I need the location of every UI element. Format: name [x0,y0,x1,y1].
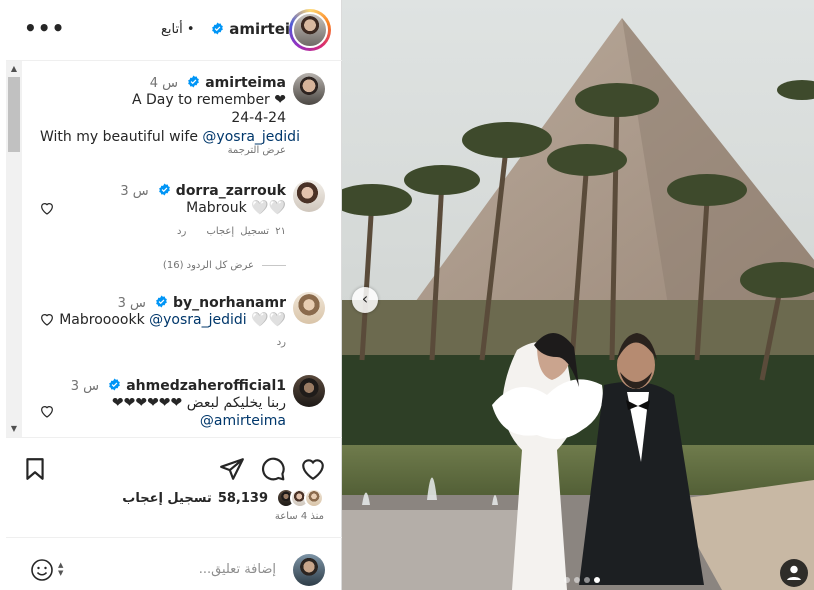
replies-divider [262,265,286,266]
comment-block: 3 س ahmedzaherofficial1 ربنا يخليكم لبعض… [71,375,286,430]
scrollbar[interactable]: ▲ ▼ [6,61,22,437]
carousel-dot [564,577,570,583]
post-time-ago[interactable]: منذ 4 ساعة [275,511,324,522]
verified-icon [156,295,167,308]
carousel-dot [574,577,580,583]
current-user-avatar [293,554,325,586]
comment-meta: ٢١ تسجيل إعجاب رد [177,226,286,237]
liker-avatar [304,488,324,508]
header-avatar [292,12,328,48]
like-comment-heart-icon[interactable] [39,200,55,216]
stepper-arrows-icon[interactable]: ▲ ▼ [58,561,63,577]
comment-time[interactable]: 3 س [120,184,148,199]
share-icon[interactable] [219,456,245,482]
comment-time[interactable]: 3 س [71,379,99,394]
reply-button[interactable]: رد [177,226,186,237]
scroll-down-arrow-icon[interactable]: ▼ [9,424,19,434]
add-comment-bar: ▲ ▼ [6,537,342,590]
comments-section: ▲ ▼ 4 س amirteima A Day to remember ❤ 24… [6,61,342,437]
view-replies-link[interactable]: عرض كل الردود (16) [163,260,254,271]
comment-text-prefix: Mabrooookk [59,312,150,328]
comment-username[interactable]: ahmedzaherofficial1 [126,378,286,394]
caption-avatar[interactable] [293,73,325,105]
following-label[interactable]: • أتابع [161,22,195,37]
likes-summary[interactable]: 58,139 تسجيل إعجاب [116,488,324,508]
caption-mention-link[interactable]: @yosra_jedidi [202,129,300,145]
post-actions: 58,139 تسجيل إعجاب منذ 4 ساعة [6,437,342,537]
post-header: ••• • أتابع amirteima [6,0,342,61]
verified-icon [188,75,200,88]
comment-icon[interactable] [260,456,286,482]
likes-count: 58,139 [217,490,268,506]
reply-button[interactable]: رد [277,337,286,348]
tagged-users-button[interactable] [780,559,808,587]
comment-time[interactable]: 3 س [118,296,146,311]
emoji-icon[interactable] [30,558,54,582]
comment-block: 3 س dorra_zarrouk Mabrouk 🤍🤍 [120,180,286,217]
verified-icon [212,22,223,35]
caption-line-1: A Day to remember ❤ [131,92,286,108]
likes-label: تسجيل إعجاب [122,490,212,506]
view-replies[interactable]: عرض كل الردود (16) [163,260,286,271]
caption-line-2: 24-4-24 [231,110,286,126]
more-options-button[interactable]: ••• [24,18,65,38]
comment-text: ربنا يخليكم لبعض ❤❤❤❤❤❤ [111,395,286,411]
like-heart-icon[interactable] [300,456,326,482]
comment-mention-link[interactable]: @amirteima [71,412,286,430]
wedding-photo-image [342,0,814,590]
comment-text: Mabrooookk @yosra_jedidi 🤍🤍 [59,311,286,329]
comment-block: 3 س by_norhanamr Mabrooookk @yosra_jedid… [59,292,286,329]
comment-avatar[interactable] [293,180,325,212]
see-translation-link[interactable]: عرض الترجمة [228,145,286,156]
carousel-dot [584,577,590,583]
comment-username[interactable]: by_norhanamr [173,295,286,311]
post-side-panel: ••• • أتابع amirteima ▲ ▼ 4 س amirteima … [6,0,342,590]
comment-avatar[interactable] [293,292,325,324]
caption-username[interactable]: amirteima [205,75,286,91]
like-comment-heart-icon[interactable] [39,311,55,327]
user-tag-icon [787,565,801,580]
comment-text: Mabrouk 🤍🤍 [186,200,286,216]
carousel-dot-active [594,577,600,583]
verified-icon [158,183,170,196]
like-comment-heart-icon[interactable] [39,403,55,419]
post-photo: ‹ [342,0,814,590]
carousel-indicator [564,577,600,583]
caption-time[interactable]: 4 س [150,76,178,91]
previous-image-button[interactable]: ‹ [352,287,378,313]
scroll-up-arrow-icon[interactable]: ▲ [9,64,19,74]
save-bookmark-icon[interactable] [22,456,48,482]
comment-mention-link[interactable]: @yosra_jedidi [149,312,247,328]
verified-icon [109,378,120,391]
comment-username[interactable]: dorra_zarrouk [176,183,286,199]
header-avatar-ring[interactable] [289,9,331,51]
caption-line-3: With my beautiful wife @yosra_jedidi [40,128,300,146]
comment-likes-count[interactable]: ٢١ تسجيل إعجاب [206,226,286,237]
comment-input[interactable] [76,556,276,582]
liker-avatars [276,488,324,508]
caption-block: 4 س amirteima A Day to remember ❤ 24-4-2… [132,72,286,127]
comment-avatar[interactable] [293,375,325,407]
comment-text-suffix: 🤍🤍 [246,312,286,328]
scroll-thumb[interactable] [8,77,20,152]
caption-line-3-text: With my beautiful wife [40,129,203,145]
